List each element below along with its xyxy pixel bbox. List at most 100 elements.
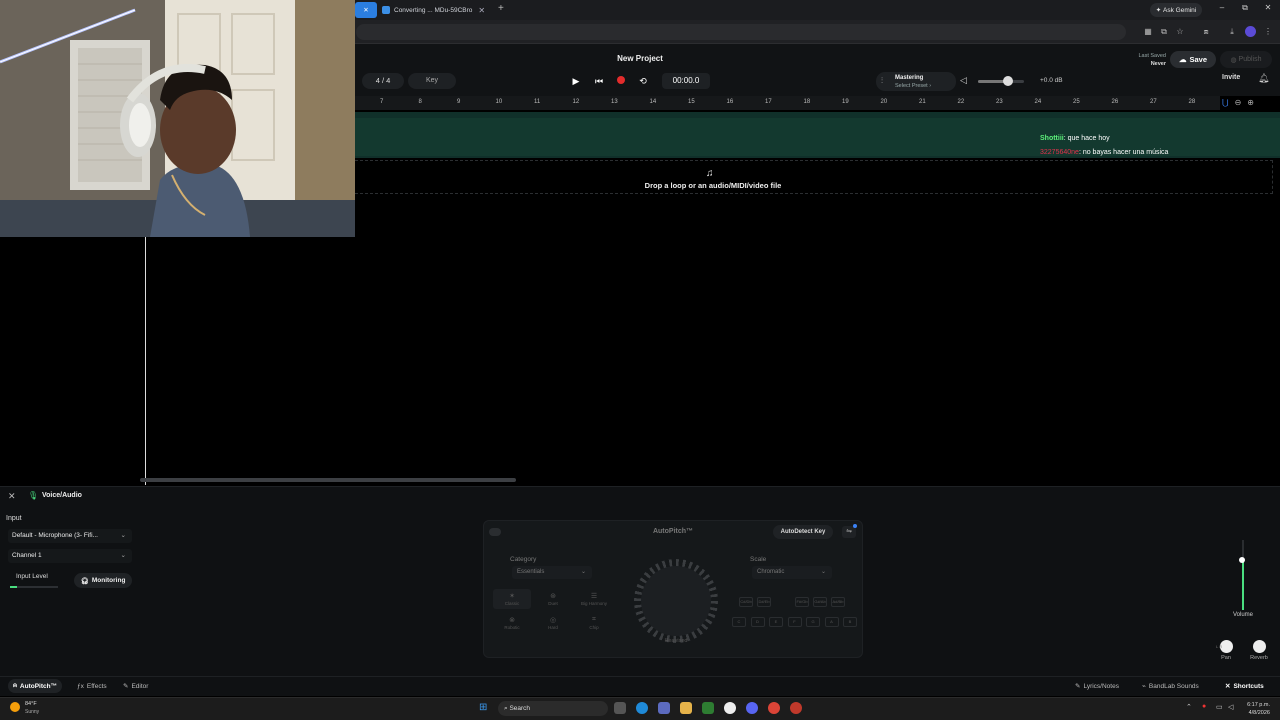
zoom-out-icon[interactable]: ⊖ bbox=[1235, 98, 1242, 107]
scale-key-natural[interactable]: A bbox=[824, 617, 839, 627]
new-tab-button[interactable]: + bbox=[498, 3, 504, 14]
windows-start-icon[interactable]: ⊞ bbox=[479, 702, 487, 713]
network-icon[interactable]: ▭ bbox=[1216, 703, 1223, 711]
ruler-tick: 7 bbox=[380, 99, 384, 105]
scale-key-natural[interactable]: C bbox=[732, 617, 746, 627]
record-button[interactable] bbox=[612, 73, 630, 89]
category-tile[interactable]: ⊛ Duet bbox=[534, 589, 572, 609]
category-tile[interactable]: ⌗ Chip bbox=[575, 613, 613, 633]
edge-icon[interactable] bbox=[636, 702, 648, 714]
play-icon[interactable]: ▶ bbox=[567, 73, 585, 89]
scale-key-natural[interactable]: E bbox=[769, 617, 783, 627]
pen-icon: ✎ bbox=[1075, 683, 1081, 690]
scale-key-sharp[interactable]: D#/Eb bbox=[757, 597, 771, 607]
autopitch-toggle[interactable] bbox=[489, 528, 501, 536]
profile-avatar[interactable] bbox=[1243, 25, 1257, 39]
tab-editor[interactable]: ✎ Editor bbox=[118, 679, 153, 693]
category-tile[interactable]: ⊗ Robotic bbox=[493, 613, 531, 633]
bandlab-sounds-button[interactable]: ⌁ BandLab Sounds bbox=[1137, 679, 1204, 693]
speaker-icon[interactable]: ◁ bbox=[960, 75, 967, 86]
input-device-select[interactable]: Default - Microphone (3- Fifi... ⌄ bbox=[8, 529, 132, 543]
timeline-ruler[interactable] bbox=[355, 96, 1220, 110]
mic-tray-icon[interactable]: ● bbox=[1202, 703, 1206, 710]
magnet-icon[interactable]: ⋃ bbox=[1222, 98, 1229, 107]
chrome-icon[interactable] bbox=[768, 702, 780, 714]
tab-label: BandLab Sounds bbox=[1148, 682, 1199, 690]
scale-key-sharp[interactable]: C#/Db bbox=[739, 597, 753, 607]
cast-icon[interactable]: ⧉ bbox=[1157, 25, 1171, 39]
close-icon[interactable]: ✕ bbox=[363, 6, 368, 14]
url-input[interactable] bbox=[356, 24, 1126, 40]
playhead[interactable] bbox=[145, 237, 146, 485]
last-saved-label: Last Saved bbox=[1138, 53, 1166, 59]
notification-dot bbox=[853, 524, 857, 528]
scale-key-natural[interactable]: F bbox=[787, 617, 802, 627]
zoom-in-icon[interactable]: ⊕ bbox=[1247, 98, 1254, 107]
scale-key-natural[interactable]: G bbox=[806, 617, 820, 627]
copilot-icon[interactable] bbox=[658, 702, 670, 714]
close-icon[interactable]: ✕ bbox=[8, 491, 16, 502]
tab-active[interactable]: ✕ bbox=[355, 2, 377, 18]
input-device-value: Default - Microphone (3- Fifi... bbox=[12, 532, 98, 539]
reverb-knob[interactable] bbox=[1253, 640, 1266, 653]
category-tile[interactable]: ◎ Hard bbox=[534, 613, 572, 633]
category-icon: ⊗ bbox=[509, 617, 515, 624]
scale-key-natural[interactable]: D bbox=[750, 617, 765, 627]
app-icon[interactable] bbox=[724, 702, 736, 714]
time-signature[interactable]: 4 / 4 bbox=[362, 73, 404, 89]
loop-icon[interactable]: ⟲ bbox=[634, 73, 652, 89]
input-channel-select[interactable]: Channel 1 ⌄ bbox=[8, 549, 132, 563]
download-icon[interactable]: ⤓ bbox=[1225, 25, 1239, 39]
master-volume-handle[interactable] bbox=[1002, 76, 1013, 86]
tab-label: AutoPitch™ bbox=[19, 682, 58, 690]
ask-gemini-button[interactable]: ✦ Ask Gemini bbox=[1150, 3, 1202, 17]
menu-icon[interactable]: ⋮ bbox=[1261, 25, 1275, 39]
autodetect-key-button[interactable]: AutoDetect Key bbox=[773, 525, 833, 539]
tab-converting[interactable]: Converting ... MDu-59CBro ✕ bbox=[378, 2, 498, 18]
star-icon[interactable]: ☆ bbox=[1173, 25, 1187, 39]
shortcuts-button[interactable]: ✕ Shortcuts bbox=[1220, 679, 1269, 693]
invite-button[interactable]: Invite bbox=[1222, 74, 1250, 81]
monitoring-button[interactable]: 🎧︎ Monitoring bbox=[74, 573, 132, 588]
scale-key-natural[interactable]: B bbox=[843, 617, 857, 627]
chat-username: Shottiii bbox=[1040, 135, 1064, 142]
skip-back-icon[interactable]: ⏮ bbox=[590, 73, 608, 89]
key-button[interactable]: Key bbox=[408, 73, 456, 89]
sun-icon[interactable] bbox=[10, 702, 20, 712]
save-button[interactable]: ☁ Save bbox=[1170, 51, 1216, 68]
task-view-icon[interactable] bbox=[614, 702, 626, 714]
discord-icon[interactable] bbox=[746, 702, 758, 714]
grid-icon[interactable]: ▦ bbox=[1141, 25, 1155, 39]
app-icon-red[interactable] bbox=[790, 702, 802, 714]
clock[interactable]: 6:17 p.m. 4/8/2026 bbox=[1240, 701, 1270, 717]
category-select[interactable]: Essentials ⌄ bbox=[512, 566, 592, 579]
horizontal-scrollbar[interactable] bbox=[140, 478, 516, 482]
mastering-button[interactable]: ⫶ Mastering Select Preset › bbox=[876, 72, 956, 91]
lyrics-notes-button[interactable]: ✎ Lyrics/Notes bbox=[1070, 679, 1124, 693]
scale-key-sharp[interactable]: A#/Bb bbox=[831, 597, 845, 607]
scale-key-sharp[interactable]: G#/Ab bbox=[813, 597, 827, 607]
project-title[interactable]: New Project bbox=[560, 54, 720, 63]
scale-select[interactable]: Chromatic ⌄ bbox=[752, 566, 832, 579]
category-tile-label: Chip bbox=[589, 625, 599, 630]
category-tile[interactable]: ✶ Classic bbox=[493, 589, 531, 609]
category-icon: ⌗ bbox=[592, 616, 596, 623]
volume-tray-icon[interactable]: ◁ bbox=[1228, 703, 1233, 711]
store-icon[interactable] bbox=[702, 702, 714, 714]
ruler-tick: 20 bbox=[880, 99, 888, 105]
category-tile[interactable]: ☰ Big Harmony bbox=[575, 589, 613, 609]
scale-key-sharp[interactable]: F#/Gb bbox=[795, 597, 809, 607]
chevron-up-icon[interactable]: ⌃ bbox=[1186, 703, 1192, 711]
restore-button[interactable]: ⧉ bbox=[1235, 3, 1255, 13]
tab-autopitch[interactable]: ⍝ AutoPitch™ bbox=[8, 679, 63, 693]
extensions-icon[interactable]: ⧈ bbox=[1199, 25, 1213, 39]
minimize-button[interactable]: – bbox=[1212, 3, 1232, 12]
close-window-button[interactable]: ✕ bbox=[1258, 3, 1278, 12]
close-icon[interactable]: ✕ bbox=[478, 6, 485, 15]
bell-icon[interactable]: 🔔︎ bbox=[1258, 73, 1269, 84]
tab-effects[interactable]: ƒx Effects bbox=[72, 679, 112, 693]
publish-button[interactable]: ◍ Publish bbox=[1220, 51, 1272, 68]
file-explorer-icon[interactable] bbox=[680, 702, 692, 714]
taskbar-search[interactable]: ⌕ Search bbox=[498, 701, 608, 716]
volume-handle[interactable] bbox=[1239, 556, 1245, 563]
